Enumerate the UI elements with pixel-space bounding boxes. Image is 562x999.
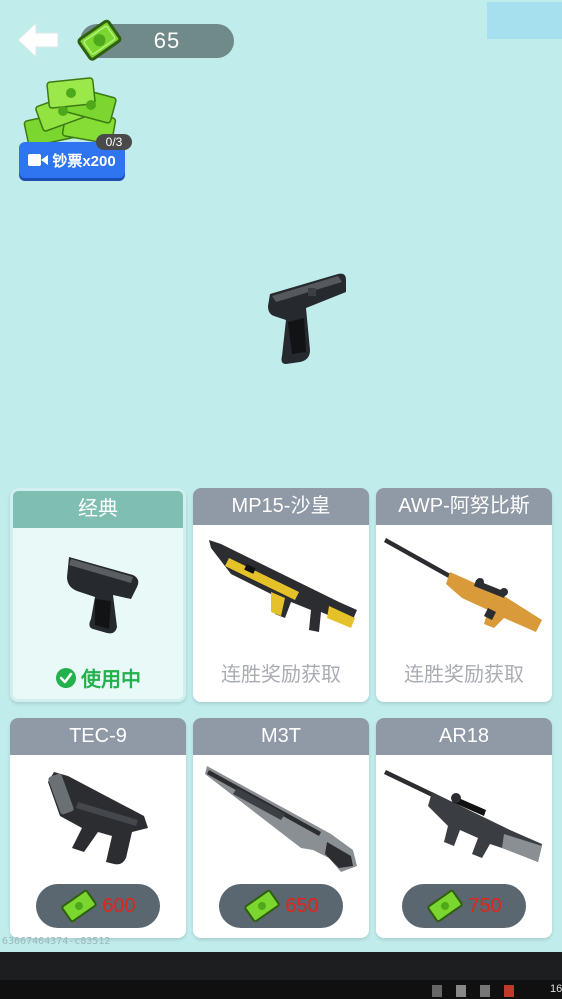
back-button[interactable] xyxy=(14,18,62,62)
rifle-icon xyxy=(209,540,357,632)
weapon-card-ar18[interactable]: AR18 750 xyxy=(376,718,552,938)
cash-icon xyxy=(74,16,126,66)
weapon-card-title: M3T xyxy=(193,718,369,755)
tray-icon xyxy=(480,985,490,997)
cash-icon xyxy=(244,889,280,923)
weapon-card-title: AR18 xyxy=(376,718,552,755)
tray-icon xyxy=(456,985,466,997)
weapon-card-awp[interactable]: AWP-阿努比斯 连胜奖励获取 xyxy=(376,488,552,702)
weapon-card-title: AWP-阿努比斯 xyxy=(376,488,552,525)
smg-icon xyxy=(48,772,148,865)
tray-icon xyxy=(432,985,442,997)
weapon-card-title: MP15-沙皇 xyxy=(193,488,369,525)
cash-value: 65 xyxy=(153,28,181,53)
debug-id-text: 63667464374-c83512 xyxy=(2,936,111,947)
reward-count-badge: 0/3 xyxy=(96,134,132,150)
shotgun-icon xyxy=(205,766,357,872)
cash-icon xyxy=(61,889,97,923)
price-button[interactable]: 600 xyxy=(36,884,160,928)
price-button[interactable]: 650 xyxy=(219,884,343,928)
video-icon xyxy=(28,154,49,166)
unlock-status: 连胜奖励获取 xyxy=(404,664,524,686)
weapon-card-tec9[interactable]: TEC-9 600 xyxy=(10,718,186,938)
rifle-icon xyxy=(384,770,542,862)
sniper-icon xyxy=(384,538,542,632)
unlock-status: 连胜奖励获取 xyxy=(221,664,341,686)
selected-weapon-preview xyxy=(262,268,352,368)
in-use-label: 使用中 xyxy=(81,669,141,691)
pistol-icon xyxy=(67,557,139,634)
corner-button[interactable] xyxy=(487,2,562,39)
clock-text: 16 xyxy=(550,983,562,995)
back-arrow-icon xyxy=(17,21,59,59)
tray-icon xyxy=(504,985,514,997)
weapon-card-m3t[interactable]: M3T 650 xyxy=(193,718,369,938)
weapon-card-title: 经典 xyxy=(13,491,183,528)
price-value: 600 xyxy=(102,894,136,917)
in-use-status: 使用中 xyxy=(13,663,183,692)
taskbar-strip xyxy=(0,980,562,999)
weapon-card-mp15[interactable]: MP15-沙皇 连胜奖励获取 xyxy=(193,488,369,702)
reward-button-label: 钞票x200 xyxy=(52,152,116,170)
price-value: 650 xyxy=(285,894,319,917)
check-icon xyxy=(56,667,76,688)
cash-icon xyxy=(427,889,463,923)
price-button[interactable]: 750 xyxy=(402,884,526,928)
weapon-card-classic[interactable]: 经典 使用中 xyxy=(10,488,186,702)
weapon-card-title: TEC-9 xyxy=(10,718,186,755)
price-value: 750 xyxy=(468,894,502,917)
pistol-icon xyxy=(268,273,346,364)
